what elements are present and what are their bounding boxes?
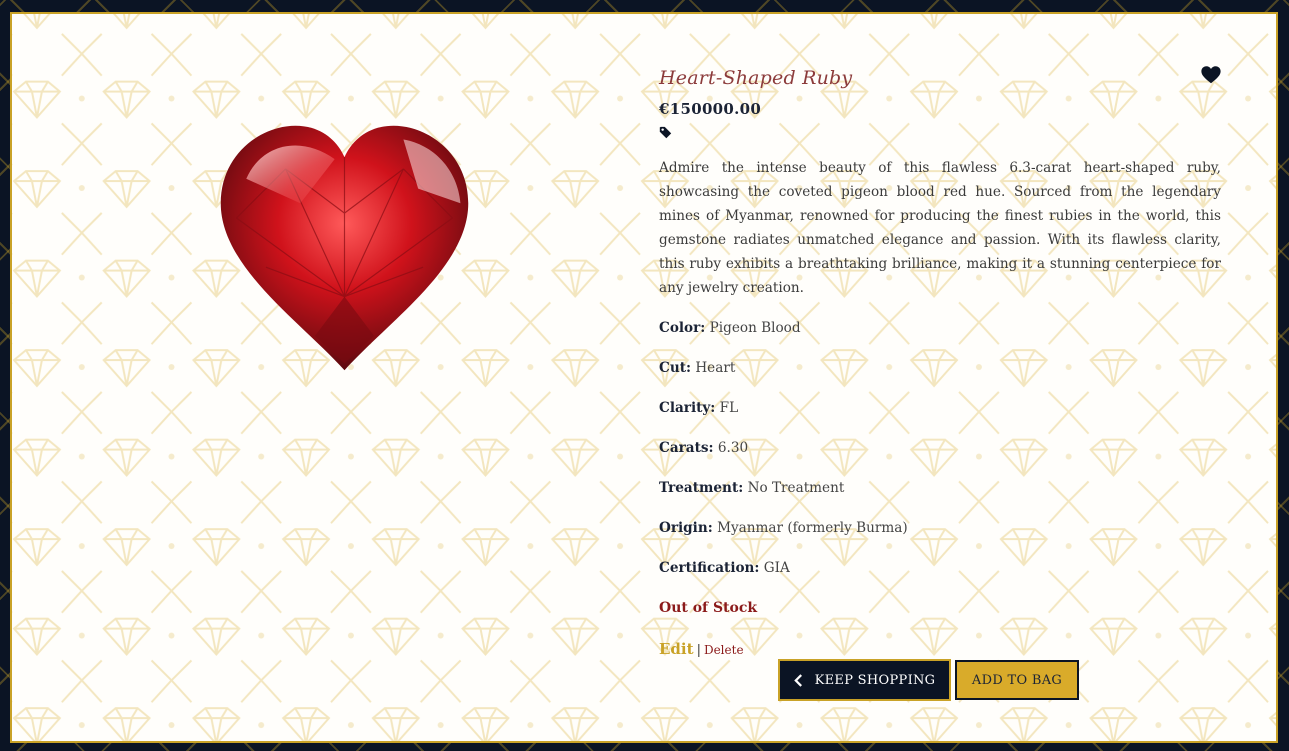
- spec-label: Color:: [659, 320, 706, 336]
- admin-separator: |: [696, 643, 701, 658]
- product-specs: Color: Pigeon Blood Cut: Heart Clarity: …: [659, 316, 1221, 636]
- spec-clarity: Clarity: FL: [659, 396, 1221, 436]
- chevron-left-icon: [793, 673, 803, 687]
- spec-label: Cut:: [659, 360, 691, 376]
- spec-treatment: Treatment: No Treatment: [659, 476, 1221, 516]
- add-to-bag-button[interactable]: ADD TO BAG: [955, 660, 1079, 700]
- delete-link[interactable]: Delete: [704, 643, 744, 657]
- tag-icon: [659, 126, 1221, 139]
- keep-shopping-button[interactable]: KEEP SHOPPING: [778, 659, 951, 701]
- product-title: Heart-Shaped Ruby: [659, 67, 853, 89]
- spec-color: Color: Pigeon Blood: [659, 316, 1221, 356]
- keep-shopping-label: KEEP SHOPPING: [814, 672, 936, 688]
- spec-value: Pigeon Blood: [709, 320, 801, 336]
- spec-value: GIA: [763, 560, 790, 576]
- wishlist-heart-icon[interactable]: [1200, 64, 1222, 86]
- stock-status: Out of Stock: [659, 600, 758, 616]
- spec-value: 6.30: [717, 440, 749, 456]
- spec-label: Treatment:: [659, 480, 744, 496]
- product-price: €150000.00: [659, 100, 762, 118]
- spec-value: Heart: [695, 360, 736, 376]
- edit-link[interactable]: Edit: [659, 640, 694, 658]
- spec-label: Carats:: [659, 440, 714, 456]
- spec-origin: Origin: Myanmar (formerly Burma): [659, 516, 1221, 556]
- add-to-bag-label: ADD TO BAG: [971, 672, 1063, 688]
- spec-certification: Certification: GIA: [659, 556, 1221, 596]
- spec-value: FL: [719, 400, 739, 416]
- product-detail-panel: Heart-Shaped Ruby €150000.00 Admire the …: [10, 12, 1278, 743]
- product-details: Heart-Shaped Ruby €150000.00 Admire the …: [659, 64, 1221, 664]
- spec-label: Clarity:: [659, 400, 716, 416]
- spec-value: Myanmar (formerly Burma): [717, 520, 908, 536]
- ruby-product-image: [207, 110, 482, 385]
- spec-value: No Treatment: [747, 480, 845, 496]
- spec-cut: Cut: Heart: [659, 356, 1221, 396]
- product-description: Admire the intense beauty of this flawle…: [659, 160, 1221, 296]
- spec-carats: Carats: 6.30: [659, 436, 1221, 476]
- spec-label: Origin:: [659, 520, 713, 536]
- spec-label: Certification:: [659, 560, 760, 576]
